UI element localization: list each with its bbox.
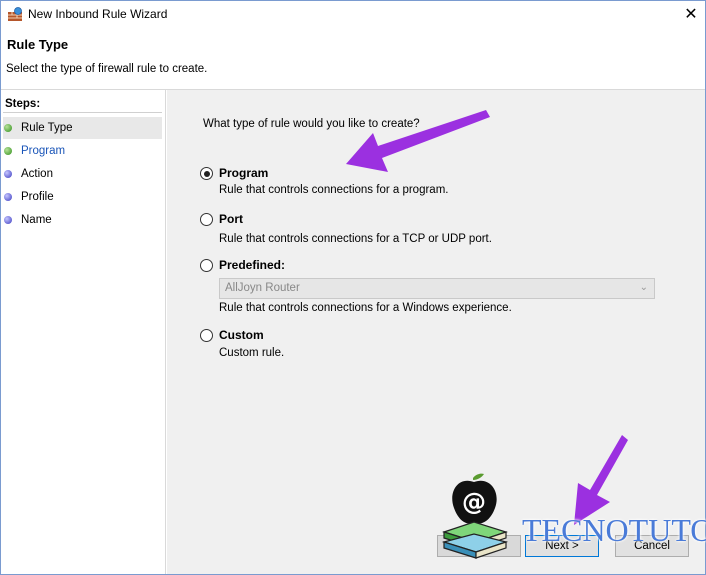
step-label: Rule Type — [21, 122, 73, 134]
step-name[interactable]: Name — [3, 209, 162, 231]
rule-type-question: What type of rule would you like to crea… — [203, 118, 420, 130]
step-rule-type[interactable]: Rule Type — [3, 117, 162, 139]
wizard-header: Rule Type Select the type of firewall ru… — [1, 28, 705, 90]
page-title: Rule Type — [7, 37, 69, 52]
window-title: New Inbound Rule Wizard — [28, 7, 168, 21]
steps-panel: Steps: Rule Type Program Action Profile … — [1, 90, 166, 574]
main-panel: What type of rule would you like to crea… — [167, 90, 705, 574]
custom-radio[interactable] — [200, 329, 213, 342]
step-label: Profile — [21, 191, 54, 203]
step-profile[interactable]: Profile — [3, 186, 162, 208]
wizard-window: New Inbound Rule Wizard ✕ Rule Type Sele… — [0, 0, 706, 575]
option-description: Rule that controls connections for a TCP… — [219, 233, 492, 245]
step-pending-icon — [4, 216, 12, 224]
option-description: Rule that controls connections for a Win… — [219, 302, 512, 314]
step-done-icon — [4, 124, 12, 132]
predefined-select-value: AllJoyn Router — [225, 282, 300, 294]
option-description: Custom rule. — [219, 347, 285, 359]
option-label[interactable]: Program — [219, 166, 268, 180]
option-label[interactable]: Predefined: — [219, 258, 285, 272]
step-program[interactable]: Program — [3, 140, 162, 162]
title-bar[interactable]: New Inbound Rule Wizard ✕ — [1, 1, 705, 28]
port-radio[interactable] — [200, 213, 213, 226]
watermark-brand: TECNOTUTO — [522, 512, 706, 548]
step-label: Action — [21, 168, 53, 180]
steps-divider — [3, 112, 162, 113]
step-label: Name — [21, 214, 52, 226]
page-description: Select the type of firewall rule to crea… — [6, 63, 208, 75]
watermark-logo-icon: @ — [441, 473, 509, 559]
option-label[interactable]: Custom — [219, 328, 264, 342]
close-button[interactable]: ✕ — [677, 1, 705, 27]
logo-symbol: @ — [462, 488, 486, 516]
step-action[interactable]: Action — [3, 163, 162, 185]
step-label: Program — [21, 145, 66, 157]
step-current-icon — [4, 147, 12, 155]
program-radio[interactable] — [200, 167, 213, 180]
step-pending-icon — [4, 193, 12, 201]
firewall-icon — [8, 7, 22, 21]
option-label[interactable]: Port — [219, 212, 243, 226]
steps-title: Steps: — [5, 98, 41, 110]
predefined-select[interactable]: AllJoyn Router ⌄ — [219, 278, 655, 299]
close-icon: ✕ — [684, 6, 698, 23]
predefined-radio[interactable] — [200, 259, 213, 272]
chevron-down-icon: ⌄ — [639, 282, 648, 293]
step-pending-icon — [4, 170, 12, 178]
option-description: Rule that controls connections for a pro… — [219, 184, 449, 196]
